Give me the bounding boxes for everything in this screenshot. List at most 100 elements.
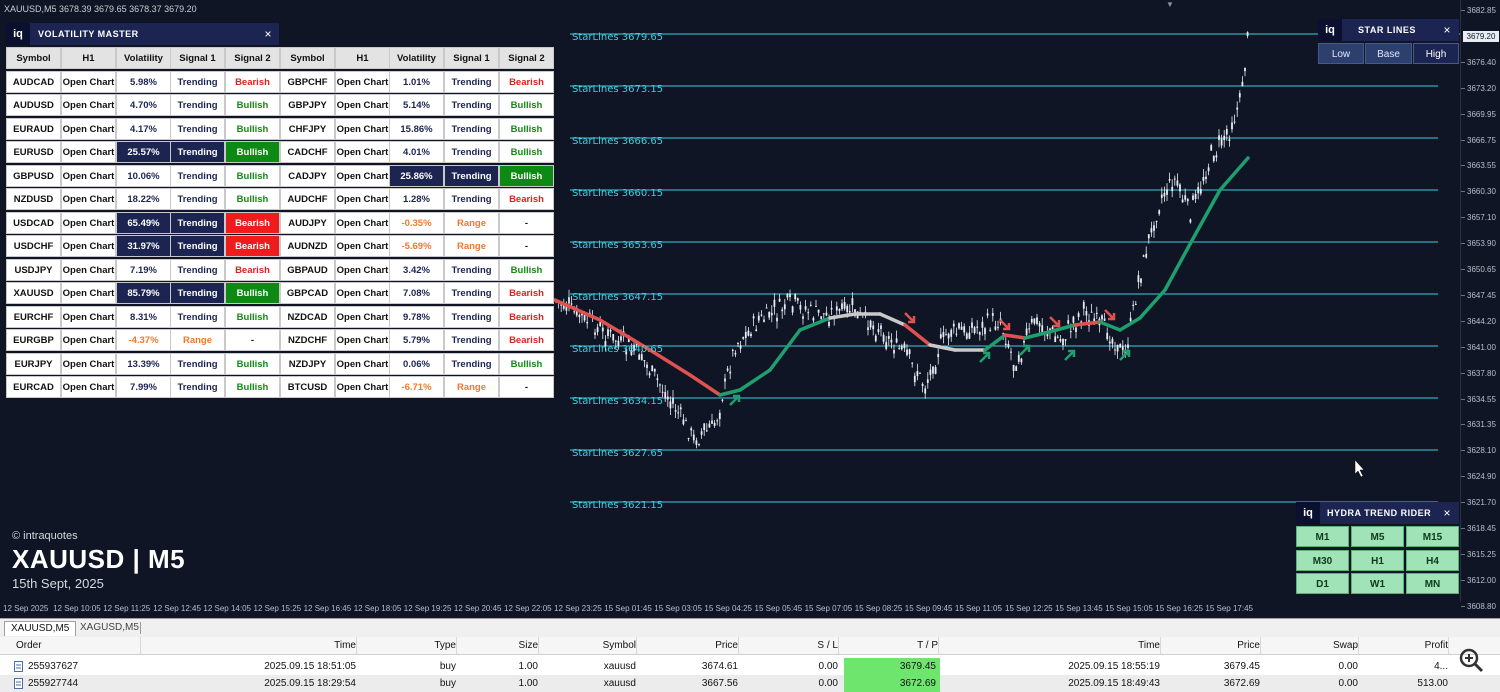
value-cell: Bearish bbox=[225, 211, 280, 234]
open-chart-button[interactable]: Open Chart bbox=[61, 376, 116, 398]
symbol-cell: XAUUSD bbox=[6, 282, 61, 304]
timeframe-button-h4[interactable]: H4 bbox=[1406, 549, 1459, 571]
starlines-high-button[interactable]: High bbox=[1413, 43, 1459, 64]
starline-label: StarLines 3660.15 bbox=[572, 188, 664, 199]
timeframe-button-m1[interactable]: M1 bbox=[1296, 526, 1349, 547]
table-cell: 2025.09.15 18:29:54 bbox=[264, 678, 356, 689]
open-chart-button[interactable]: Open Chart bbox=[335, 329, 390, 351]
trade-history-table: Order Time Type Size Symbol Price S / LT / P Ti… bbox=[0, 637, 1500, 692]
open-chart-button[interactable]: Open Chart bbox=[335, 376, 390, 398]
symbol-cell: USDJPY bbox=[6, 258, 61, 281]
price-label: 3663.55 bbox=[1467, 161, 1496, 171]
table-column-header[interactable]: Time bbox=[140, 637, 357, 654]
open-chart-button[interactable]: Open Chart bbox=[61, 70, 116, 93]
zoom-icon[interactable] bbox=[1458, 647, 1484, 673]
open-chart-button[interactable]: Open Chart bbox=[61, 258, 116, 281]
table-column-header[interactable]: Time bbox=[944, 637, 1161, 654]
value-cell: 1.01% bbox=[389, 70, 444, 93]
timeframe-button-m15[interactable]: M15 bbox=[1406, 526, 1459, 547]
table-cell: 0.00 bbox=[1338, 661, 1358, 672]
open-chart-button[interactable]: Open Chart bbox=[335, 352, 390, 375]
table-column-header[interactable]: Profit bbox=[1364, 637, 1449, 654]
timeframe-button-h1[interactable]: H1 bbox=[1351, 549, 1404, 571]
open-chart-button[interactable]: Open Chart bbox=[61, 282, 116, 304]
open-chart-button[interactable]: Open Chart bbox=[61, 352, 116, 375]
timeframe-button-m5[interactable]: M5 bbox=[1351, 526, 1404, 547]
open-chart-button[interactable]: Open Chart bbox=[335, 305, 390, 328]
starlines-base-button[interactable]: Base bbox=[1365, 43, 1412, 64]
table-column-header[interactable]: T / P bbox=[844, 637, 939, 654]
table-column-header[interactable]: Symbol bbox=[544, 637, 637, 654]
column-header: Symbol bbox=[6, 47, 61, 69]
chart-scroll-marker[interactable]: ▼ bbox=[1166, 0, 1174, 9]
table-row[interactable]: 255927744 2025.09.15 18:29:54 buy 1.00 xauus… bbox=[0, 675, 1500, 692]
timeframe-button-w1[interactable]: W1 bbox=[1351, 573, 1404, 594]
hydra-header[interactable]: iq HYDRA TREND RIDER × bbox=[1296, 502, 1459, 524]
iq-logo-icon: iq bbox=[1296, 502, 1320, 524]
table-column-header[interactable]: Swap bbox=[1266, 637, 1359, 654]
value-cell: Trending bbox=[170, 376, 225, 398]
timeframe-button-d1[interactable]: D1 bbox=[1296, 573, 1349, 594]
price-label: 3676.40 bbox=[1467, 57, 1496, 67]
open-chart-button[interactable]: Open Chart bbox=[335, 70, 390, 93]
timeframe-button-mn[interactable]: MN bbox=[1406, 573, 1459, 594]
timeframe-button-m30[interactable]: M30 bbox=[1296, 549, 1349, 571]
table-column-header[interactable]: Size bbox=[462, 637, 539, 654]
starline-label: StarLines 3679.65 bbox=[572, 32, 664, 43]
open-chart-button[interactable]: Open Chart bbox=[335, 258, 390, 281]
price-tick bbox=[1461, 372, 1465, 374]
table-column-header[interactable]: Price bbox=[642, 637, 739, 654]
value-cell: Trending bbox=[444, 164, 499, 187]
starlines-low-button[interactable]: Low bbox=[1318, 43, 1364, 64]
open-chart-button[interactable]: Open Chart bbox=[335, 164, 390, 187]
open-chart-button[interactable]: Open Chart bbox=[335, 211, 390, 234]
open-chart-button[interactable]: Open Chart bbox=[335, 117, 390, 140]
value-cell: 25.57% bbox=[116, 141, 171, 163]
table-column-header[interactable]: Type bbox=[362, 637, 457, 654]
trend-line-segment bbox=[1163, 233, 1197, 292]
starline-label: StarLines 3640.65 bbox=[572, 344, 664, 355]
open-chart-button[interactable]: Open Chart bbox=[61, 141, 116, 163]
open-chart-button[interactable]: Open Chart bbox=[335, 235, 390, 257]
open-chart-button[interactable]: Open Chart bbox=[61, 117, 116, 140]
price-axis[interactable]: 3682.85 3676.40 3673.20 3669.95 3666.75 3663.… bbox=[1460, 0, 1500, 611]
value-cell: Trending bbox=[444, 117, 499, 140]
open-chart-button[interactable]: Open Chart bbox=[61, 329, 116, 351]
symbol-cell: GBPCHF bbox=[280, 70, 335, 93]
star-lines-header[interactable]: iq STAR LINES × bbox=[1318, 19, 1459, 41]
volatility-master-header[interactable]: iq VOLATILITY MASTER × bbox=[6, 23, 279, 45]
table-column-header[interactable]: Price bbox=[1166, 637, 1261, 654]
column-header: Signal 2 bbox=[499, 47, 554, 69]
arrow-up-icon bbox=[729, 394, 741, 406]
open-chart-button[interactable]: Open Chart bbox=[61, 235, 116, 257]
open-chart-button[interactable]: Open Chart bbox=[335, 141, 390, 163]
symbol-cell: EURGBP bbox=[6, 329, 61, 351]
tab-xagusd-m5[interactable]: XAGUSD,M5 bbox=[74, 621, 145, 635]
value-cell: Trending bbox=[170, 305, 225, 328]
open-chart-button[interactable]: Open Chart bbox=[61, 188, 116, 210]
time-label: 15 Sep 17:45 bbox=[1205, 604, 1253, 613]
table-row[interactable]: 255937627 2025.09.15 18:51:05 buy 1.00 xauus… bbox=[0, 658, 1500, 675]
open-chart-button[interactable]: Open Chart bbox=[61, 164, 116, 187]
value-cell: Bullish bbox=[225, 188, 280, 210]
table-header-row: Order Time Type Size Symbol Price S / LT / P Ti… bbox=[0, 637, 1500, 655]
price-tick bbox=[1461, 424, 1465, 426]
close-icon[interactable]: × bbox=[258, 23, 278, 45]
open-chart-button[interactable]: Open Chart bbox=[61, 211, 116, 234]
open-chart-button[interactable]: Open Chart bbox=[335, 282, 390, 304]
tab-xauusd-m5[interactable]: XAUUSD,M5 bbox=[4, 621, 77, 636]
close-icon[interactable]: × bbox=[1437, 19, 1457, 41]
value-cell: Bullish bbox=[499, 117, 554, 140]
open-chart-button[interactable]: Open Chart bbox=[61, 305, 116, 328]
table-column-header[interactable]: S / L bbox=[744, 637, 839, 654]
value-cell: 31.97% bbox=[116, 235, 171, 257]
table-column-header[interactable]: Order bbox=[16, 637, 141, 654]
time-label: 12 Sep 18:05 bbox=[353, 604, 402, 613]
open-chart-button[interactable]: Open Chart bbox=[335, 188, 390, 210]
symbol-cell: AUDCAD bbox=[6, 70, 61, 93]
open-chart-button[interactable]: Open Chart bbox=[335, 94, 390, 116]
value-cell: Bearish bbox=[225, 235, 280, 257]
time-axis[interactable]: 12 Sep 2025 12 Sep 10:05 12 Sep 11:25 12 Se… bbox=[0, 602, 1460, 618]
close-icon[interactable]: × bbox=[1437, 502, 1457, 524]
open-chart-button[interactable]: Open Chart bbox=[61, 94, 116, 116]
